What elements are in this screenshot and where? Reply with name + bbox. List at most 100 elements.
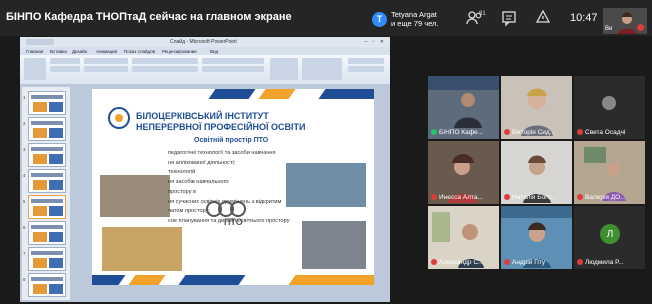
meeting-title: БІНПО Кафедра ТНОПтаД сейчас на главном … bbox=[6, 11, 292, 23]
clock: 10:47 bbox=[570, 12, 598, 24]
video-tile[interactable]: Наталія Бого... bbox=[501, 141, 572, 204]
shared-screen: Слайд - Microsoft PowerPoint – ▫ ✕ Главн… bbox=[20, 37, 390, 302]
ppt-ribbon bbox=[20, 55, 390, 85]
bullet: технологій bbox=[168, 169, 196, 176]
find-button[interactable] bbox=[348, 58, 384, 64]
video-tile[interactable]: Валерія ДО... bbox=[574, 141, 645, 204]
notification-name: Tetyana Argat bbox=[391, 10, 437, 19]
ribbon-button[interactable] bbox=[50, 66, 80, 72]
mic-off-icon bbox=[504, 129, 510, 135]
shapes-button[interactable] bbox=[270, 58, 298, 80]
slide-number: 8 bbox=[23, 277, 26, 282]
video-tile[interactable]: Андрій Пту bbox=[501, 206, 572, 269]
notification-text: Tetyana Argat и еще 79 чел. bbox=[391, 10, 439, 28]
slide-thumbnail[interactable] bbox=[28, 117, 66, 141]
ppt-tab[interactable]: Дизайн bbox=[72, 49, 87, 54]
font-style-buttons[interactable] bbox=[132, 66, 198, 72]
slide-thumbnail[interactable] bbox=[28, 221, 66, 245]
ppt-tab[interactable]: Показ слайдов bbox=[124, 49, 155, 54]
ppt-ribbon-tabs: Главная Вставка Дизайн Анимация Показ сл… bbox=[20, 47, 390, 55]
institute-name-line1: БІЛОЦЕРКІВСЬКИЙ ІНСТИТУТ bbox=[136, 111, 269, 121]
slide-subtitle: Освітній простір ПТО bbox=[194, 137, 269, 144]
pto-logo: ПТО bbox=[206, 201, 246, 227]
participant-name: БІНПО Кафе... bbox=[439, 129, 484, 136]
bullet: ня аплікованої діяльності; bbox=[168, 159, 236, 166]
ppt-tab[interactable]: Вид bbox=[210, 49, 218, 54]
slide-number: 1 bbox=[23, 95, 26, 100]
participant-name: Александр С... bbox=[439, 259, 484, 266]
paragraph-buttons[interactable] bbox=[202, 66, 264, 72]
top-bar: БІНПО Кафедра ТНОПтаД сейчас на главном … bbox=[0, 0, 652, 36]
self-video[interactable]: Ви bbox=[603, 8, 647, 34]
video-tile[interactable]: Александр С... bbox=[428, 206, 499, 269]
decor-stripe bbox=[92, 275, 126, 285]
ribbon-button[interactable] bbox=[50, 58, 80, 64]
self-label: Ви bbox=[605, 26, 613, 32]
decor-stripe bbox=[318, 89, 374, 99]
slide-thumbnail[interactable] bbox=[28, 143, 66, 167]
slide-number: 5 bbox=[23, 199, 26, 204]
video-grid: БІНПО Кафе... Вікторія Сид... Света Осад… bbox=[428, 76, 646, 272]
bullet: простору в bbox=[168, 188, 197, 195]
decor-stripe bbox=[258, 89, 296, 99]
video-tile[interactable]: Инесса Алта... bbox=[428, 141, 499, 204]
current-slide: БІЛОЦЕРКІВСЬКИЙ ІНСТИТУТ НЕПЕРЕРВНОЇ ПРО… bbox=[92, 89, 374, 285]
slide-number: 6 bbox=[23, 225, 26, 230]
mic-off-icon bbox=[637, 24, 644, 31]
institute-logo bbox=[108, 107, 130, 129]
font-selector[interactable] bbox=[132, 58, 198, 64]
ppt-tab[interactable]: Рецензирование bbox=[162, 49, 197, 54]
institute-name-line2: НЕПЕРЕРВНОЇ ПРОФЕСІЙНОЇ ОСВІТИ bbox=[136, 122, 306, 132]
decor-stripe bbox=[178, 275, 246, 285]
mic-off-icon bbox=[431, 194, 437, 200]
slide-thumbnail-selected[interactable] bbox=[28, 195, 66, 219]
ppt-window-title: Слайд - Microsoft PowerPoint bbox=[170, 39, 237, 45]
mic-off-icon bbox=[504, 259, 510, 265]
slide-thumbnails: 1 2 3 4 5 6 7 8 bbox=[22, 87, 70, 300]
decor-stripe bbox=[288, 275, 374, 285]
participant-name: Вікторія Сид... bbox=[512, 129, 556, 136]
slide-thumbnail[interactable] bbox=[28, 169, 66, 193]
chat-icon[interactable] bbox=[500, 9, 518, 27]
mic-off-icon bbox=[504, 194, 510, 200]
decor-stripe bbox=[128, 275, 166, 285]
mic-off-icon bbox=[577, 259, 583, 265]
ppt-tab[interactable]: Главная bbox=[26, 49, 43, 54]
join-notification[interactable]: T Tetyana Argat и еще 79 чел. bbox=[372, 10, 439, 28]
ppt-workspace: 1 2 3 4 5 6 7 8 БІЛОЦЕРКІВСЬКИЙ ІНСТИТУТ… bbox=[20, 85, 390, 302]
avatar bbox=[602, 96, 616, 110]
replace-button[interactable] bbox=[348, 66, 384, 72]
video-tile[interactable]: Вікторія Сид... bbox=[501, 76, 572, 139]
video-tile[interactable]: БІНПО Кафе... bbox=[428, 76, 499, 139]
crowd-photo bbox=[302, 221, 366, 269]
mic-off-icon bbox=[577, 194, 583, 200]
professions-photo bbox=[102, 227, 182, 271]
window-buttons[interactable]: – ▫ ✕ bbox=[364, 39, 386, 45]
notification-count: и еще 79 чел. bbox=[391, 19, 439, 28]
mic-off-icon bbox=[431, 259, 437, 265]
slide-thumbnail[interactable] bbox=[28, 273, 66, 297]
paragraph-buttons[interactable] bbox=[202, 58, 264, 64]
ppt-tab[interactable]: Вставка bbox=[50, 49, 67, 54]
quick-access-toolbar[interactable] bbox=[26, 39, 54, 45]
video-tile[interactable]: Л Людмила Р... bbox=[574, 206, 645, 269]
arrange-button[interactable] bbox=[302, 58, 342, 80]
bullet: педагогічні технології та засоби навчанн… bbox=[168, 150, 276, 156]
mic-off-icon bbox=[577, 129, 583, 135]
slide-thumbnail[interactable] bbox=[28, 91, 66, 115]
ppt-title-bar: Слайд - Microsoft PowerPoint – ▫ ✕ bbox=[20, 37, 390, 47]
video-tile[interactable]: Света Осадчі bbox=[574, 76, 645, 139]
slide-thumbnail[interactable] bbox=[28, 247, 66, 271]
ribbon-button[interactable] bbox=[84, 58, 128, 64]
participant-name: Людмила Р... bbox=[585, 259, 624, 266]
share-icon[interactable] bbox=[534, 9, 552, 27]
participants-count: 81 bbox=[479, 11, 486, 17]
paste-button[interactable] bbox=[24, 58, 46, 80]
participant-name: Валерія ДО... bbox=[585, 194, 626, 201]
workers-photo bbox=[100, 175, 170, 217]
pto-text: ПТО bbox=[224, 217, 243, 227]
participant-name: Наталія Бого... bbox=[512, 194, 557, 201]
ppt-tab[interactable]: Анимация bbox=[96, 49, 117, 54]
mic-icon bbox=[431, 129, 437, 135]
ribbon-button[interactable] bbox=[84, 66, 128, 72]
